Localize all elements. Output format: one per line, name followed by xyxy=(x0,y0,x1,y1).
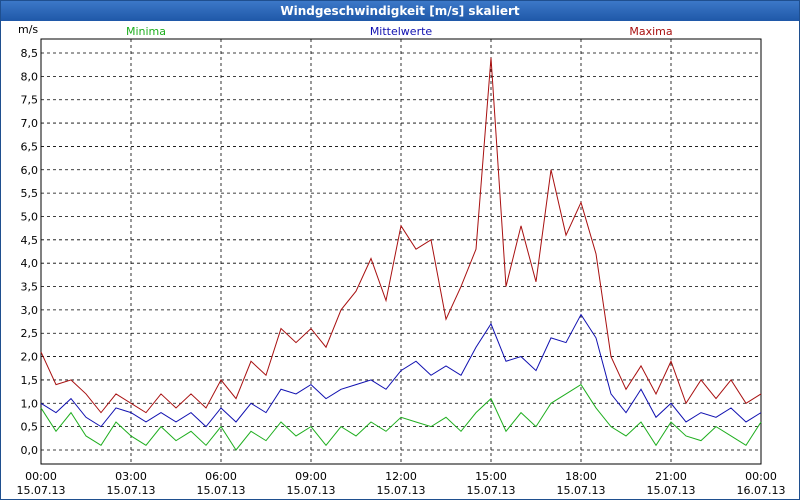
x-tick-time: 15:00 xyxy=(475,470,507,483)
y-tick-label: 5,5 xyxy=(21,187,39,200)
x-tick-date: 15.07.13 xyxy=(17,484,66,497)
x-tick-time: 12:00 xyxy=(385,470,417,483)
y-tick-label: 7,0 xyxy=(21,117,39,130)
y-axis-unit: m/s xyxy=(18,23,38,36)
y-axis-labels: 0,0 0,5 1,0 1,5 2,0 2,5 3,0 3,5 4,0 4,5 5,0 5,5 6,0 6… xyxy=(21,47,39,457)
x-tick-date: 15.07.13 xyxy=(557,484,606,497)
x-tick-time: 00:00 xyxy=(25,470,57,483)
x-tick-date: 15.07.13 xyxy=(467,484,516,497)
x-tick-date: 15.07.13 xyxy=(107,484,156,497)
legend-entry-minima: Minima xyxy=(125,25,167,38)
y-tick-label: 1,0 xyxy=(21,397,39,410)
y-tick-label: 2,5 xyxy=(21,327,39,340)
y-tick-label: 1,5 xyxy=(21,374,39,387)
wind-speed-chart: 0,0 0,5 1,0 1,5 2,0 2,5 3,0 3,5 4,0 4,5 5,0 5,5 6,0 6… xyxy=(17,23,786,497)
y-tick-label: 3,5 xyxy=(21,281,39,294)
window-title: Windgeschwindigkeit [m/s] skaliert xyxy=(1,1,799,21)
chart-grid xyxy=(40,38,762,465)
x-tick-date: 16.07.13 xyxy=(737,484,786,497)
chart-window: Windgeschwindigkeit [m/s] skaliert 0,0 0,… xyxy=(0,0,800,500)
legend-entry-maxima: Maxima xyxy=(629,25,673,38)
x-axis-labels: 00:0015.07.1303:0015.07.1306:0015.07.130… xyxy=(17,470,786,497)
series-line-mittelwerte xyxy=(40,313,762,428)
x-tick-date: 15.07.13 xyxy=(287,484,336,497)
x-tick-date: 15.07.13 xyxy=(647,484,696,497)
y-tick-label: 6,5 xyxy=(21,140,39,153)
y-tick-label: 3,0 xyxy=(21,304,39,317)
y-tick-label: 7,5 xyxy=(21,94,39,107)
y-tick-label: 6,0 xyxy=(21,164,39,177)
x-tick-time: 06:00 xyxy=(205,470,237,483)
x-tick-date: 15.07.13 xyxy=(197,484,246,497)
y-tick-label: 4,5 xyxy=(21,234,39,247)
y-tick-label: 8,5 xyxy=(21,47,39,60)
y-tick-label: 0,0 xyxy=(21,444,39,457)
y-tick-label: 2,0 xyxy=(21,351,39,364)
y-tick-label: 8,0 xyxy=(21,70,39,83)
y-tick-label: 4,0 xyxy=(21,257,39,270)
x-tick-time: 03:00 xyxy=(115,470,147,483)
x-tick-time: 21:00 xyxy=(655,470,687,483)
legend-entry-mittelwerte: Mittelwerte xyxy=(369,25,433,38)
x-tick-time: 00:00 xyxy=(745,470,777,483)
y-tick-label: 5,0 xyxy=(21,210,39,223)
x-tick-date: 15.07.13 xyxy=(377,484,426,497)
x-tick-time: 18:00 xyxy=(565,470,597,483)
x-tick-time: 09:00 xyxy=(295,470,327,483)
y-tick-label: 0,5 xyxy=(21,421,39,434)
series-lines xyxy=(40,57,762,451)
